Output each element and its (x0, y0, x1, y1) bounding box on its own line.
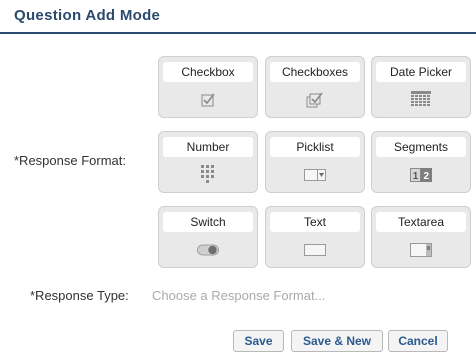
page-header: Question Add Mode (0, 0, 476, 34)
textarea-icon (372, 239, 470, 261)
toggle-icon (159, 239, 257, 261)
checkboxes-icon (266, 89, 364, 111)
text-field-icon (266, 239, 364, 261)
format-tile-label: Number (163, 137, 253, 157)
cancel-button[interactable]: Cancel (388, 330, 448, 352)
response-format-label: *Response Format: (14, 153, 126, 168)
format-tile-number[interactable]: Number (158, 131, 258, 193)
format-tile-text[interactable]: Text (265, 206, 365, 268)
format-tile-label: Switch (163, 212, 253, 232)
format-tile-label: Segments (376, 137, 466, 157)
format-tile-checkbox[interactable]: Checkbox (158, 56, 258, 118)
segments-icon: 1 2 (372, 164, 470, 186)
dropdown-icon (266, 164, 364, 186)
response-type-label: *Response Type: (30, 288, 129, 303)
format-tile-segments[interactable]: Segments 1 2 (371, 131, 471, 193)
calendar-grid-icon (372, 89, 470, 111)
save-and-new-button[interactable]: Save & New (291, 330, 383, 352)
keypad-icon (159, 164, 257, 186)
format-tile-switch[interactable]: Switch (158, 206, 258, 268)
format-tile-label: Picklist (270, 137, 360, 157)
segment-two-label: 2 (424, 171, 430, 182)
format-tile-checkboxes[interactable]: Checkboxes (265, 56, 365, 118)
save-button[interactable]: Save (233, 330, 284, 352)
format-tile-label: Date Picker (376, 62, 466, 82)
format-tile-date-picker[interactable]: Date Picker (371, 56, 471, 118)
format-tile-label: Checkboxes (270, 62, 360, 82)
format-tile-label: Checkbox (163, 62, 253, 82)
format-tile-label: Text (270, 212, 360, 232)
segment-one-label: 1 (413, 171, 419, 182)
format-tile-textarea[interactable]: Textarea (371, 206, 471, 268)
format-tile-label: Textarea (376, 212, 466, 232)
format-tile-picklist[interactable]: Picklist (265, 131, 365, 193)
checkbox-icon (159, 89, 257, 111)
page-title: Question Add Mode (14, 7, 161, 24)
response-type-placeholder: Choose a Response Format... (152, 288, 326, 303)
